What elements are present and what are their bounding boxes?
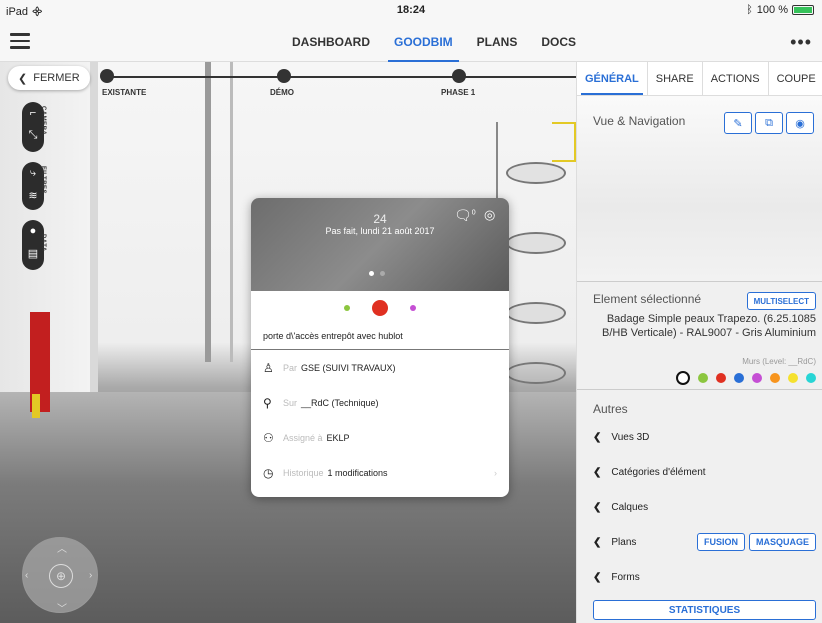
phase-timeline: EXISTANTE DÉMO PHASE 1	[100, 69, 576, 106]
tool-label-camera: CAMERA	[40, 106, 46, 136]
eye-icon[interactable]: ◉	[786, 112, 814, 134]
masquage-button[interactable]: MASQUAGE	[748, 533, 816, 551]
history-row[interactable]: ◷ Historique 1 modifications ›	[251, 455, 509, 490]
selected-element-section: Element sélectionné MULTISELECT Badage S…	[577, 282, 822, 390]
section-heading: Vue & Navigation	[593, 114, 686, 128]
item-calques[interactable]: ❮ Calques	[577, 490, 822, 525]
group-icon: ⚇	[263, 430, 274, 445]
copy-icon[interactable]: ⧉	[755, 112, 783, 134]
statistics-button[interactable]: STATISTIQUES	[593, 600, 816, 620]
chevron-left-icon: ❮	[593, 537, 602, 548]
timeline-label: PHASE 1	[441, 88, 476, 97]
timeline-node[interactable]	[100, 69, 114, 83]
element-name: Badage Simple peaux Trapezo. (6.25.1085 …	[602, 313, 816, 339]
location-pin-icon: ⚲	[263, 395, 272, 410]
color-dot-purple[interactable]	[752, 373, 762, 383]
top-nav: DASHBOARD GOODBIM PLANS DOCS •••	[0, 22, 822, 62]
tab-share[interactable]: SHARE	[646, 62, 702, 95]
column	[230, 62, 233, 362]
color-dot-none[interactable]	[676, 371, 690, 385]
tool-label-filtres: FILTRES	[40, 166, 46, 195]
clock: 18:24	[396, 4, 426, 16]
color-dot-green[interactable]	[698, 373, 708, 383]
bluetooth-icon: ᛒ	[746, 4, 753, 16]
location-row[interactable]: ⚲ Sur __RdC (Technique)	[251, 385, 509, 420]
issue-card: 24 Pas fait, lundi 21 août 2017 🗨0 ◎ por…	[251, 198, 509, 497]
tab-plans[interactable]: PLANS	[465, 22, 530, 62]
chevron-down-icon[interactable]: ﹀	[57, 600, 67, 615]
column	[205, 62, 211, 362]
element-color-picker	[676, 371, 816, 385]
comment-icon[interactable]: 🗨0	[454, 207, 476, 224]
status-bar: iPad ᯽ 18:24 ᛒ 100 %	[0, 0, 822, 22]
timeline-node[interactable]	[452, 69, 466, 83]
yellow-frame	[552, 122, 576, 162]
tab-actions[interactable]: ACTIONS	[701, 62, 768, 95]
battery-icon	[792, 5, 814, 15]
plans-buttons: FUSION MASQUAGE	[696, 533, 816, 551]
fusion-button[interactable]: FUSION	[696, 533, 745, 551]
color-dot-yellow[interactable]	[788, 373, 798, 383]
section-heading: Autres	[593, 402, 628, 416]
item-vues-3d[interactable]: ❮ Vues 3D	[577, 420, 822, 455]
timeline-node[interactable]	[277, 69, 291, 83]
color-dot-cyan[interactable]	[806, 373, 816, 383]
element-level: Murs (Level: __RdC)	[742, 357, 816, 366]
menu-icon[interactable]	[10, 33, 30, 49]
battery-indicator: ᛒ 100 %	[746, 4, 814, 16]
close-button[interactable]: ❮ FERMER	[8, 66, 90, 90]
photo-status: Pas fait, lundi 21 août 2017	[325, 226, 435, 236]
timeline-label: DÉMO	[270, 88, 294, 97]
chevron-left-icon[interactable]: ‹	[25, 570, 28, 581]
color-dot-green[interactable]	[344, 305, 350, 311]
item-forms[interactable]: ❮ Forms	[577, 560, 822, 595]
tab-dashboard[interactable]: DASHBOARD	[280, 22, 382, 62]
chevron-left-icon: ❮	[593, 432, 602, 443]
photo-pager[interactable]	[369, 271, 385, 276]
camera-icon[interactable]: ◎	[484, 207, 495, 223]
chevron-left-icon: ❮	[593, 502, 602, 513]
navigation-joystick[interactable]: ︿ ﹀ ‹ › ⊕	[22, 537, 98, 615]
tab-coupe[interactable]: COUPE	[767, 62, 822, 95]
more-options-icon[interactable]: •••	[790, 32, 812, 53]
chevron-left-icon: ❮	[593, 467, 602, 478]
chevron-right-icon: ›	[494, 467, 497, 478]
view-navigation-section: Vue & Navigation ✎ ⧉ ◉	[577, 96, 822, 282]
joystick-center-icon[interactable]: ⊕	[49, 564, 73, 588]
person-icon: ♙	[263, 360, 274, 375]
wall-edge	[90, 62, 98, 392]
tab-general[interactable]: GÉNÉRAL	[577, 62, 647, 95]
nav-tabs: DASHBOARD GOODBIM PLANS DOCS	[280, 22, 588, 62]
color-dot-orange[interactable]	[770, 373, 780, 383]
section-heading: Element sélectionné	[593, 292, 702, 306]
item-plans[interactable]: ❮ Plans FUSION MASQUAGE	[577, 525, 822, 560]
author-row[interactable]: ♙ Par GSE (SUIVI TRAVAUX)	[251, 350, 509, 385]
chevron-up-icon[interactable]: ︿	[57, 540, 67, 555]
clock-icon: ◷	[263, 465, 274, 480]
color-dot-red[interactable]	[372, 300, 388, 316]
issue-title[interactable]: porte d\'accès entrepôt avec hublot	[251, 323, 509, 350]
multiselect-button[interactable]: MULTISELECT	[746, 292, 816, 310]
issue-photo[interactable]: 24 Pas fait, lundi 21 août 2017 🗨0 ◎	[251, 198, 509, 291]
yellow-post	[32, 394, 40, 418]
chevron-right-icon[interactable]: ›	[89, 570, 92, 581]
chevron-left-icon: ❮	[593, 572, 602, 583]
panel-tabs: GÉNÉRAL SHARE ACTIONS COUPE	[577, 62, 822, 96]
other-section: Autres ❮ Vues 3D ❮ Catégories d'élément …	[577, 390, 822, 595]
assignee-row[interactable]: ⚇ Assigné à EKLP	[251, 420, 509, 455]
item-categories[interactable]: ❮ Catégories d'élément	[577, 455, 822, 490]
chevron-left-icon: ❮	[18, 72, 28, 85]
tool-label-data: DATA	[40, 234, 46, 252]
color-dot-blue[interactable]	[734, 373, 744, 383]
properties-panel: GÉNÉRAL SHARE ACTIONS COUPE Vue & Naviga…	[576, 62, 822, 623]
color-dot-purple[interactable]	[410, 305, 416, 311]
status-color-picker	[251, 293, 509, 323]
tab-docs[interactable]: DOCS	[529, 22, 588, 62]
view-buttons: ✎ ⧉ ◉	[724, 112, 814, 134]
color-dot-red[interactable]	[716, 373, 726, 383]
timeline-label: EXISTANTE	[102, 88, 147, 97]
pen-icon[interactable]: ✎	[724, 112, 752, 134]
tab-goodbim[interactable]: GOODBIM	[382, 22, 465, 62]
